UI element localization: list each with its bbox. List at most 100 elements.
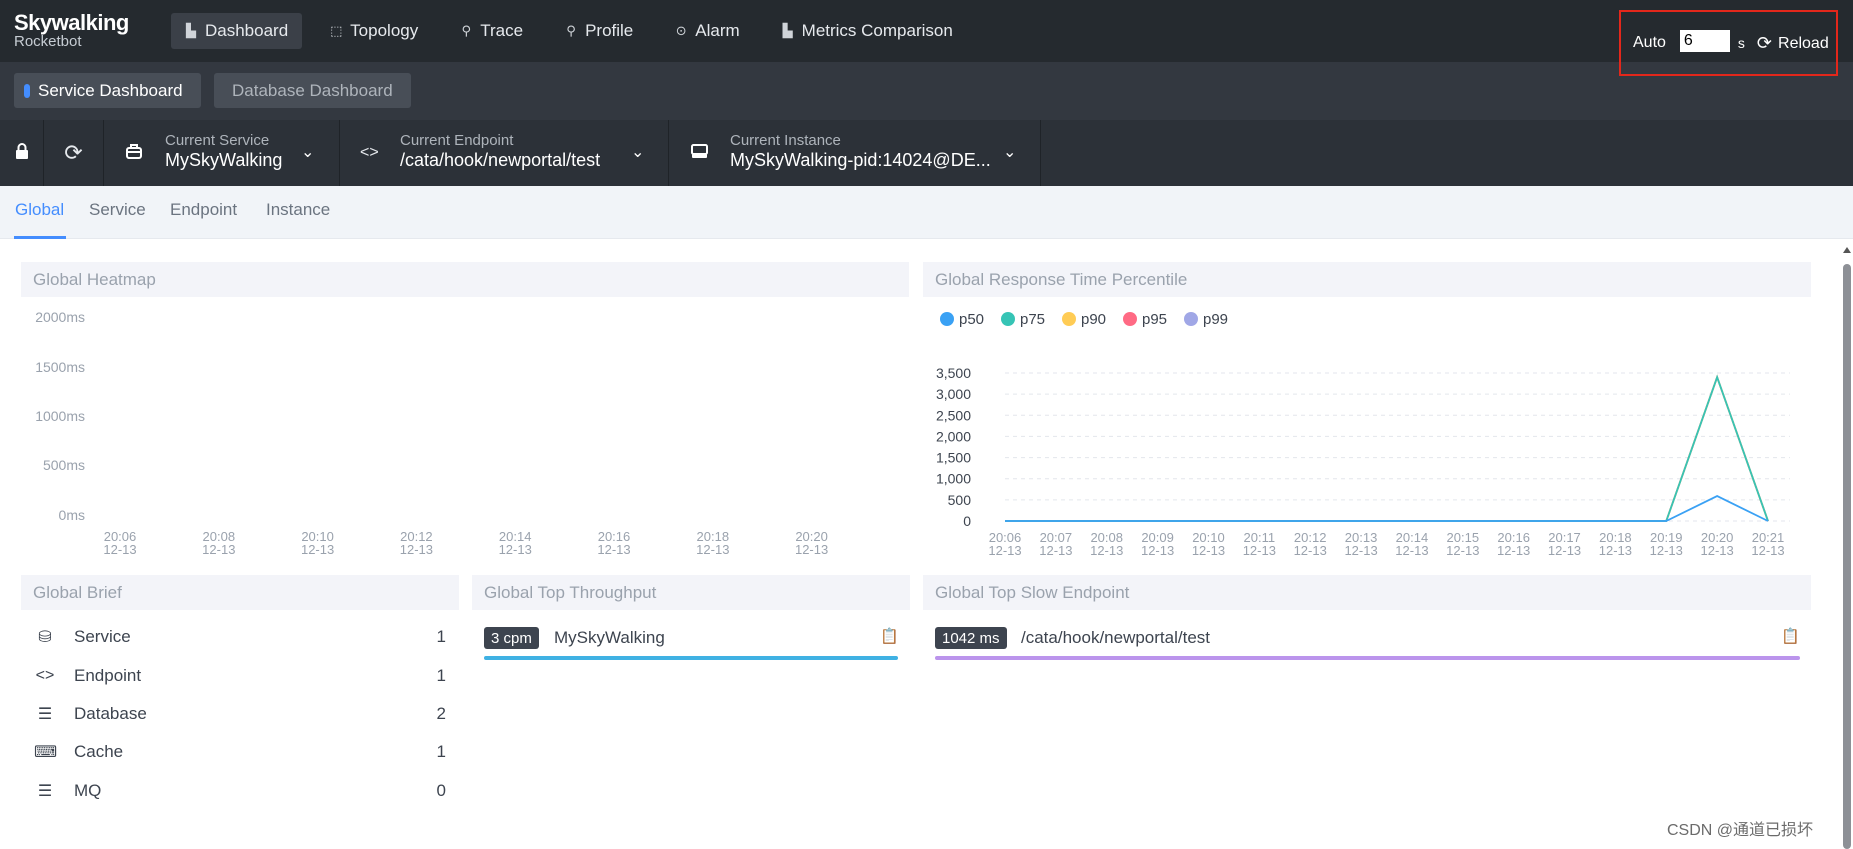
nav-dashboard-label: Dashboard [205,21,289,40]
chevron-down-icon: ⌄ [631,144,645,161]
heatmap-x-date: 12-13 [597,542,630,557]
percentile-panel-header: Global Response Time Percentile [923,262,1811,297]
brief-row-endpoint: <> Endpoint 1 [34,661,446,691]
clipboard-icon[interactable]: 📋 [880,627,899,645]
lock-button[interactable] [0,120,44,186]
auto-label[interactable]: Auto [1633,34,1666,52]
y-tick-label: 2,000 [936,428,971,444]
nav-alarm-label: Alarm [695,21,740,40]
x-tick-date: 12-13 [1344,543,1377,558]
throughput-service-name[interactable]: MySkyWalking [554,628,665,648]
throughput-title: Global Top Throughput [484,582,657,602]
database-dashboard-label: Database Dashboard [232,80,393,100]
legend-label-p75[interactable]: p75 [1020,311,1045,328]
x-tick-date: 12-13 [1395,543,1428,558]
clipboard-icon[interactable]: 📋 [1781,627,1800,645]
service-dashboard-tab[interactable]: Service Dashboard [14,73,201,108]
heatmap-panel-header: Global Heatmap [21,262,909,297]
x-tick-date: 12-13 [1446,543,1479,558]
nav-alarm[interactable]: ⊙ Alarm [661,13,753,49]
dashboard-tabs-bar: Service Dashboard Database Dashboard [0,62,1853,120]
brief-title: Global Brief [33,582,122,602]
alarm-icon: ⊙ [675,23,687,38]
current-service-label: Current Service [165,132,270,149]
scrollbar-thumb[interactable] [1843,264,1851,849]
logo-subtitle: Rocketbot [14,33,82,50]
current-service-value: MySkyWalking [165,150,283,170]
watermark: CSDN @通道已损坏 [1667,822,1814,839]
endpoint-icon: <> [35,667,55,684]
trace-icon: ⚲ [461,23,471,38]
brief-value: 1 [436,627,446,646]
brief-value: 0 [436,781,446,800]
heatmap-x-date: 12-13 [202,542,235,557]
y-tick-label: 1,000 [936,471,971,487]
heatmap-x-date: 12-13 [301,542,334,557]
mq-icon: ☰ [37,783,53,800]
nav-topology[interactable]: ⬚ Topology [316,13,432,49]
percentile-title: Global Response Time Percentile [935,269,1188,289]
database-icon: ☰ [37,706,53,723]
throughput-panel-header: Global Top Throughput [472,575,910,610]
legend-marker-p90[interactable] [1062,312,1076,326]
tab-global[interactable]: Global [15,200,64,220]
lock-icon [15,142,29,164]
refresh-interval-input[interactable] [1679,30,1730,52]
brief-panel-header: Global Brief [21,575,459,610]
legend-label-p95[interactable]: p95 [1142,311,1167,328]
y-tick-label: 0 [963,513,971,529]
brief-row-database: ☰ Database 2 [34,699,446,729]
nav-metrics-comparison[interactable]: ▙ Metrics Comparison [768,13,967,49]
tab-endpoint[interactable]: Endpoint [170,200,237,220]
bar-chart-icon: ▙ [186,23,196,38]
y-tick-label: 2,500 [936,407,971,423]
x-tick-date: 12-13 [988,543,1021,558]
slow-endpoint-name[interactable]: /cata/hook/newportal/test [1021,628,1210,648]
legend-marker-p75[interactable] [1001,312,1015,326]
nav-dashboard[interactable]: ▙ Dashboard [171,13,303,49]
tab-service[interactable]: Service [89,200,146,220]
refresh-button[interactable]: ⟳ [44,120,104,186]
endpoint-selector[interactable]: <> Current Endpoint /cata/hook/newportal… [340,120,669,186]
seconds-unit: s [1737,35,1745,51]
reload-button[interactable]: ⟳ Reload [1757,33,1829,54]
legend-marker-p99[interactable] [1184,312,1198,326]
active-tab-underline [14,236,66,239]
legend-label-p99[interactable]: p99 [1203,311,1228,328]
slow-endpoint-bar [935,656,1800,660]
chevron-down-icon: ⌄ [301,144,315,161]
slow-endpoint-badge: 1042 ms [935,627,1007,649]
throughput-badge: 3 cpm [484,627,539,649]
heatmap-y-label: 2000ms [35,309,85,325]
brief-row-mq: ☰ MQ 0 [34,776,446,806]
scroll-up-arrow[interactable] [1843,247,1851,253]
legend-label-p90[interactable]: p90 [1081,311,1106,328]
brief-label: Service [74,627,131,646]
heatmap-x-date: 12-13 [103,542,136,557]
heatmap-x-date: 12-13 [400,542,433,557]
nav-profile-label: Profile [585,21,634,40]
endpoint-icon: <> [360,144,379,161]
slow-endpoint-panel-header: Global Top Slow Endpoint [923,575,1811,610]
legend-marker-p95[interactable] [1123,312,1137,326]
instance-selector[interactable]: Current Instance MySkyWalking-pid:14024@… [669,120,1041,186]
skywalking-logo[interactable]: Skywalking Rocketbot [14,12,129,50]
brief-value: 1 [436,742,446,761]
service-selector[interactable]: Current Service MySkyWalking ⌄ [104,120,340,186]
page-scrollbar[interactable] [1840,244,1853,849]
nav-trace[interactable]: ⚲ Trace [446,13,537,49]
sub-tabs: Global Service Endpoint Instance [0,186,1853,239]
tab-instance[interactable]: Instance [266,200,330,220]
refresh-icon: ⟳ [1756,33,1773,53]
nav-profile[interactable]: ⚲ Profile [551,13,647,49]
current-endpoint-label: Current Endpoint [400,132,514,149]
x-tick-date: 12-13 [1243,543,1276,558]
legend-marker-p50[interactable] [940,312,954,326]
database-dashboard-tab[interactable]: Database Dashboard [214,73,411,108]
x-tick-date: 12-13 [1548,543,1581,558]
legend-label-p50[interactable]: p50 [959,311,984,328]
current-endpoint-value: /cata/hook/newportal/test [400,150,601,170]
brief-row-service: ⛁ Service 1 [34,622,446,652]
bar-chart-icon: ▙ [782,23,793,38]
y-tick-label: 500 [948,492,972,508]
